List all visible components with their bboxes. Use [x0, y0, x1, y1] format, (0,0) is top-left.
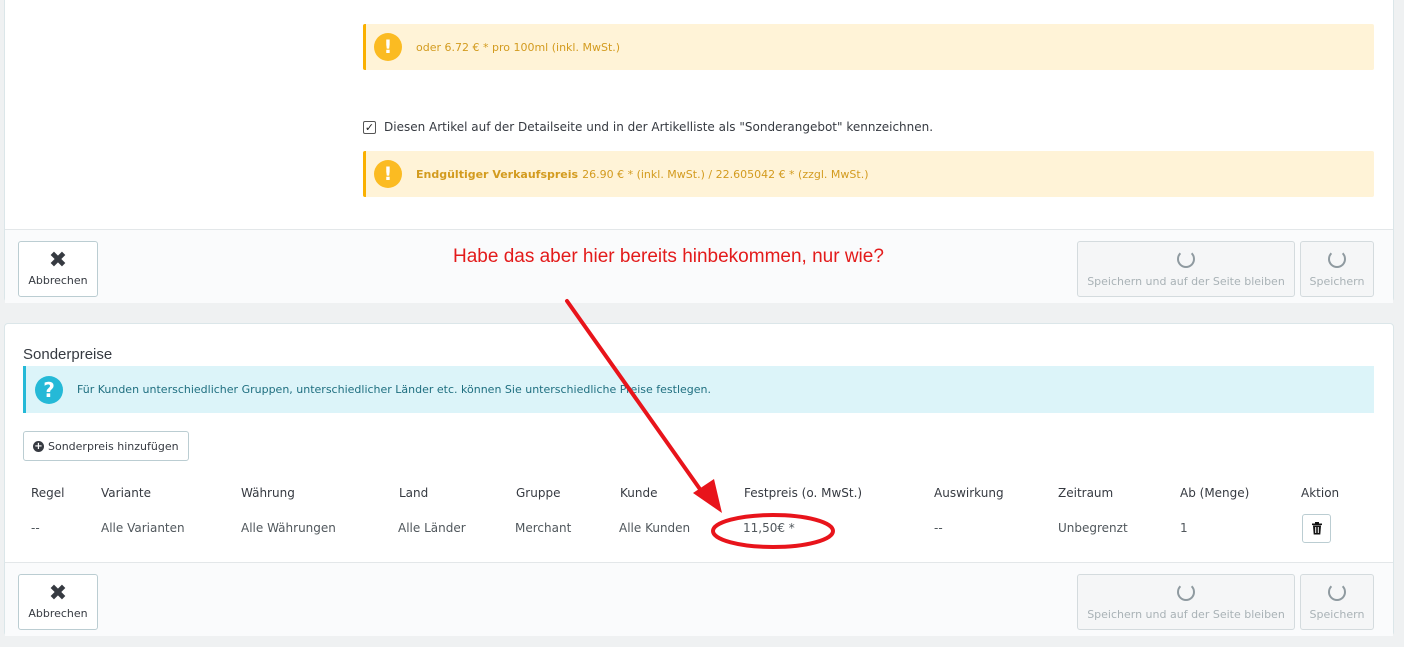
column-header: Gruppe	[516, 486, 561, 500]
unit-price-alert: ! oder 6.72 € * pro 100ml (inkl. MwSt.)	[363, 24, 1374, 70]
refresh-icon	[1328, 250, 1346, 268]
section-title: Sonderpreise	[23, 346, 113, 363]
save-button-label: Speichern	[1309, 275, 1365, 288]
table-cell: 1	[1180, 521, 1188, 535]
cancel-button-label: Abbrechen	[28, 274, 88, 287]
column-header: Regel	[31, 486, 65, 500]
help-icon: ?	[35, 375, 63, 404]
cancel-button[interactable]: ✖ Abbrechen	[18, 574, 98, 630]
column-header: Zeitraum	[1058, 486, 1114, 500]
column-header: Land	[399, 486, 429, 500]
refresh-icon	[1328, 583, 1346, 601]
table-cell: Alle Varianten	[101, 521, 185, 535]
table-cell: Unbegrenzt	[1058, 521, 1128, 535]
table-cell: --	[31, 521, 40, 535]
save-button[interactable]: Speichern	[1300, 574, 1374, 630]
special-offer-checkbox-label: Diesen Artikel auf der Detailseite und i…	[384, 120, 934, 134]
column-header: Variante	[101, 486, 151, 500]
special-prices-info-alert: ? Für Kunden unterschiedlicher Gruppen, …	[23, 366, 1374, 413]
table-cell: --	[934, 521, 943, 535]
column-header: Kunde	[620, 486, 658, 500]
refresh-icon	[1177, 583, 1195, 601]
trash-icon	[1311, 522, 1322, 535]
table-row: -- Alle Varianten Alle Währungen Alle Lä…	[5, 521, 1393, 539]
save-and-stay-label: Speichern und auf der Seite bleiben	[1087, 275, 1285, 288]
warning-icon: !	[374, 160, 402, 188]
final-price-text: 26.90 € * (inkl. MwSt.) / 22.605042 € * …	[582, 167, 869, 181]
cancel-button[interactable]: ✖ Abbrechen	[18, 241, 98, 297]
table-header: Regel Variante Währung Land Gruppe Kunde…	[5, 486, 1393, 504]
close-icon: ✖	[48, 248, 68, 273]
special-offer-checkbox[interactable]: ✓	[363, 120, 376, 134]
add-special-price-label: Sonderpreis hinzufügen	[48, 439, 179, 453]
table-cell: Merchant	[515, 521, 572, 535]
table-cell: Alle Länder	[398, 521, 466, 535]
panel-footer: ✖ Abbrechen Speichern und auf der Seite …	[5, 562, 1393, 636]
special-offer-checkbox-row[interactable]: ✓ Diesen Artikel auf der Detailseite und…	[363, 120, 933, 134]
final-price-alert: ! Endgültiger Verkaufspreis 26.90 € * (i…	[363, 151, 1374, 197]
column-header: Aktion	[1301, 486, 1340, 500]
column-header: Auswirkung	[934, 486, 1004, 500]
special-prices-panel: Sonderpreise ? Für Kunden unterschiedlic…	[4, 323, 1394, 636]
save-and-stay-button[interactable]: Speichern und auf der Seite bleiben	[1077, 241, 1295, 297]
column-header: Währung	[241, 486, 295, 500]
table-cell: Alle Kunden	[619, 521, 691, 535]
unit-price-text: oder 6.72 € * pro 100ml (inkl. MwSt.)	[416, 40, 621, 54]
final-price-label: Endgültiger Verkaufspreis	[416, 167, 579, 181]
warning-icon: !	[374, 33, 402, 61]
refresh-icon	[1177, 250, 1195, 268]
plus-circle-icon: +	[33, 440, 44, 452]
table-cell: Alle Währungen	[241, 521, 336, 535]
save-and-stay-button[interactable]: Speichern und auf der Seite bleiben	[1077, 574, 1295, 630]
add-special-price-button[interactable]: + Sonderpreis hinzufügen	[23, 431, 189, 461]
column-header: Ab (Menge)	[1180, 486, 1250, 500]
cancel-button-label: Abbrechen	[28, 607, 88, 620]
delete-special-price-button[interactable]	[1302, 514, 1331, 543]
annotation-text: Habe das aber hier bereits hinbekommen, …	[453, 246, 884, 267]
fixed-price-cell: 11,50€ *	[743, 521, 795, 535]
save-button[interactable]: Speichern	[1300, 241, 1374, 297]
save-button-label: Speichern	[1309, 608, 1365, 621]
close-icon: ✖	[48, 581, 68, 606]
save-and-stay-label: Speichern und auf der Seite bleiben	[1087, 608, 1285, 621]
column-header: Festpreis (o. MwSt.)	[744, 486, 863, 500]
info-text: Für Kunden unterschiedlicher Gruppen, un…	[77, 383, 711, 396]
